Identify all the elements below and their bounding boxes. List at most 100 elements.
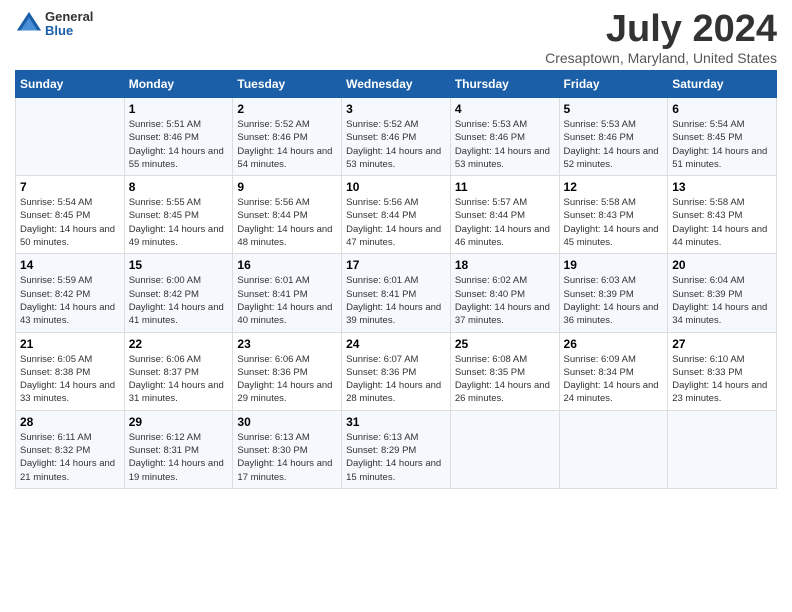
day-detail: Sunrise: 5:58 AMSunset: 8:43 PMDaylight:… bbox=[672, 196, 772, 249]
calendar-cell: 15Sunrise: 6:00 AMSunset: 8:42 PMDayligh… bbox=[124, 254, 233, 332]
day-number: 24 bbox=[346, 337, 446, 351]
day-number: 13 bbox=[672, 180, 772, 194]
day-detail: Sunrise: 6:01 AMSunset: 8:41 PMDaylight:… bbox=[237, 274, 337, 327]
day-number: 15 bbox=[129, 258, 229, 272]
calendar-cell: 22 Sunrise: 6:06 AMSunset: 8:37 PMDayligh… bbox=[124, 332, 233, 410]
day-number: 9 bbox=[237, 180, 337, 194]
weekday-header-sunday: Sunday bbox=[16, 71, 125, 98]
day-detail: Sunrise: 5:57 AMSunset: 8:44 PMDaylight:… bbox=[455, 196, 555, 249]
calendar-cell bbox=[16, 98, 125, 176]
day-number: 23 bbox=[237, 337, 337, 351]
calendar-cell: 7 Sunrise: 5:54 AMSunset: 8:45 PMDaylight… bbox=[16, 176, 125, 254]
day-number: 28 bbox=[20, 415, 120, 429]
day-number: 22 bbox=[129, 337, 229, 351]
day-detail: Sunrise: 6:04 AMSunset: 8:39 PMDaylight:… bbox=[672, 274, 772, 327]
logo: General Blue bbox=[15, 10, 93, 39]
day-detail: Sunrise: 5:52 AMSunset: 8:46 PMDaylight:… bbox=[237, 118, 337, 171]
calendar-cell: 19 Sunrise: 6:03 AMSunset: 8:39 PMDayligh… bbox=[559, 254, 668, 332]
day-detail: Sunrise: 6:06 AMSunset: 8:36 PMDaylight:… bbox=[237, 353, 337, 406]
calendar-cell: 8Sunrise: 5:55 AMSunset: 8:45 PMDaylight… bbox=[124, 176, 233, 254]
calendar-cell: 9 Sunrise: 5:56 AMSunset: 8:44 PMDaylight… bbox=[233, 176, 342, 254]
day-number: 19 bbox=[564, 258, 664, 272]
day-detail: Sunrise: 6:12 AMSunset: 8:31 PMDaylight:… bbox=[129, 431, 229, 484]
header: General Blue July 2024 Cresaptown, Maryl… bbox=[15, 10, 777, 66]
calendar-cell: 25 Sunrise: 6:08 AMSunset: 8:35 PMDayligh… bbox=[450, 332, 559, 410]
day-number: 11 bbox=[455, 180, 555, 194]
day-number: 31 bbox=[346, 415, 446, 429]
day-detail: Sunrise: 6:01 AMSunset: 8:41 PMDaylight:… bbox=[346, 274, 446, 327]
day-number: 27 bbox=[672, 337, 772, 351]
location-title: Cresaptown, Maryland, United States bbox=[545, 50, 777, 66]
calendar-cell bbox=[450, 410, 559, 488]
calendar-cell: 31Sunrise: 6:13 AMSunset: 8:29 PMDayligh… bbox=[342, 410, 451, 488]
weekday-header-wednesday: Wednesday bbox=[342, 71, 451, 98]
calendar-cell bbox=[668, 410, 777, 488]
week-row-5: 28Sunrise: 6:11 AMSunset: 8:32 PMDayligh… bbox=[16, 410, 777, 488]
day-number: 2 bbox=[237, 102, 337, 116]
calendar-cell: 3Sunrise: 5:52 AMSunset: 8:46 PMDaylight… bbox=[342, 98, 451, 176]
week-row-4: 21 Sunrise: 6:05 AMSunset: 8:38 PMDayligh… bbox=[16, 332, 777, 410]
logo-blue-text: Blue bbox=[45, 24, 93, 38]
calendar-cell: 30Sunrise: 6:13 AMSunset: 8:30 PMDayligh… bbox=[233, 410, 342, 488]
calendar-cell: 11 Sunrise: 5:57 AMSunset: 8:44 PMDayligh… bbox=[450, 176, 559, 254]
weekday-header-row: SundayMondayTuesdayWednesdayThursdayFrid… bbox=[16, 71, 777, 98]
calendar-cell: 2 Sunrise: 5:52 AMSunset: 8:46 PMDaylight… bbox=[233, 98, 342, 176]
calendar-cell: 17 Sunrise: 6:01 AMSunset: 8:41 PMDayligh… bbox=[342, 254, 451, 332]
day-detail: Sunrise: 5:53 AMSunset: 8:46 PMDaylight:… bbox=[455, 118, 555, 171]
day-number: 26 bbox=[564, 337, 664, 351]
day-detail: Sunrise: 5:59 AMSunset: 8:42 PMDaylight:… bbox=[20, 274, 120, 327]
calendar-table: SundayMondayTuesdayWednesdayThursdayFrid… bbox=[15, 70, 777, 489]
calendar-cell: 26 Sunrise: 6:09 AMSunset: 8:34 PMDayligh… bbox=[559, 332, 668, 410]
day-detail: Sunrise: 6:09 AMSunset: 8:34 PMDaylight:… bbox=[564, 353, 664, 406]
title-block: July 2024 Cresaptown, Maryland, United S… bbox=[545, 10, 777, 66]
calendar-cell: 23 Sunrise: 6:06 AMSunset: 8:36 PMDayligh… bbox=[233, 332, 342, 410]
calendar-cell: 20 Sunrise: 6:04 AMSunset: 8:39 PMDayligh… bbox=[668, 254, 777, 332]
week-row-2: 7 Sunrise: 5:54 AMSunset: 8:45 PMDaylight… bbox=[16, 176, 777, 254]
weekday-header-friday: Friday bbox=[559, 71, 668, 98]
day-number: 4 bbox=[455, 102, 555, 116]
day-detail: Sunrise: 6:06 AMSunset: 8:37 PMDaylight:… bbox=[129, 353, 229, 406]
week-row-3: 14 Sunrise: 5:59 AMSunset: 8:42 PMDayligh… bbox=[16, 254, 777, 332]
calendar-cell: 14 Sunrise: 5:59 AMSunset: 8:42 PMDayligh… bbox=[16, 254, 125, 332]
week-row-1: 1Sunrise: 5:51 AMSunset: 8:46 PMDaylight… bbox=[16, 98, 777, 176]
calendar-cell: 10Sunrise: 5:56 AMSunset: 8:44 PMDayligh… bbox=[342, 176, 451, 254]
calendar-cell: 16Sunrise: 6:01 AMSunset: 8:41 PMDayligh… bbox=[233, 254, 342, 332]
day-detail: Sunrise: 5:55 AMSunset: 8:45 PMDaylight:… bbox=[129, 196, 229, 249]
day-detail: Sunrise: 6:05 AMSunset: 8:38 PMDaylight:… bbox=[20, 353, 120, 406]
day-detail: Sunrise: 5:58 AMSunset: 8:43 PMDaylight:… bbox=[564, 196, 664, 249]
day-detail: Sunrise: 6:10 AMSunset: 8:33 PMDaylight:… bbox=[672, 353, 772, 406]
calendar-cell: 18 Sunrise: 6:02 AMSunset: 8:40 PMDayligh… bbox=[450, 254, 559, 332]
day-number: 5 bbox=[564, 102, 664, 116]
day-detail: Sunrise: 5:56 AMSunset: 8:44 PMDaylight:… bbox=[346, 196, 446, 249]
calendar-cell: 29 Sunrise: 6:12 AMSunset: 8:31 PMDayligh… bbox=[124, 410, 233, 488]
day-number: 21 bbox=[20, 337, 120, 351]
day-detail: Sunrise: 5:56 AMSunset: 8:44 PMDaylight:… bbox=[237, 196, 337, 249]
day-number: 6 bbox=[672, 102, 772, 116]
day-detail: Sunrise: 5:53 AMSunset: 8:46 PMDaylight:… bbox=[564, 118, 664, 171]
day-number: 25 bbox=[455, 337, 555, 351]
weekday-header-tuesday: Tuesday bbox=[233, 71, 342, 98]
weekday-header-saturday: Saturday bbox=[668, 71, 777, 98]
day-detail: Sunrise: 5:54 AMSunset: 8:45 PMDaylight:… bbox=[20, 196, 120, 249]
day-number: 17 bbox=[346, 258, 446, 272]
day-detail: Sunrise: 6:03 AMSunset: 8:39 PMDaylight:… bbox=[564, 274, 664, 327]
day-number: 18 bbox=[455, 258, 555, 272]
day-number: 20 bbox=[672, 258, 772, 272]
weekday-header-monday: Monday bbox=[124, 71, 233, 98]
day-number: 1 bbox=[129, 102, 229, 116]
calendar-cell: 1Sunrise: 5:51 AMSunset: 8:46 PMDaylight… bbox=[124, 98, 233, 176]
calendar-cell: 24 Sunrise: 6:07 AMSunset: 8:36 PMDayligh… bbox=[342, 332, 451, 410]
day-detail: Sunrise: 6:07 AMSunset: 8:36 PMDaylight:… bbox=[346, 353, 446, 406]
day-detail: Sunrise: 6:02 AMSunset: 8:40 PMDaylight:… bbox=[455, 274, 555, 327]
day-number: 14 bbox=[20, 258, 120, 272]
weekday-header-thursday: Thursday bbox=[450, 71, 559, 98]
day-detail: Sunrise: 6:08 AMSunset: 8:35 PMDaylight:… bbox=[455, 353, 555, 406]
calendar-cell: 4 Sunrise: 5:53 AMSunset: 8:46 PMDaylight… bbox=[450, 98, 559, 176]
calendar-cell: 6Sunrise: 5:54 AMSunset: 8:45 PMDaylight… bbox=[668, 98, 777, 176]
logo-icon bbox=[15, 10, 43, 38]
calendar-cell bbox=[559, 410, 668, 488]
day-number: 29 bbox=[129, 415, 229, 429]
calendar-cell: 27 Sunrise: 6:10 AMSunset: 8:33 PMDayligh… bbox=[668, 332, 777, 410]
main-container: General Blue July 2024 Cresaptown, Maryl… bbox=[0, 0, 792, 499]
day-number: 7 bbox=[20, 180, 120, 194]
